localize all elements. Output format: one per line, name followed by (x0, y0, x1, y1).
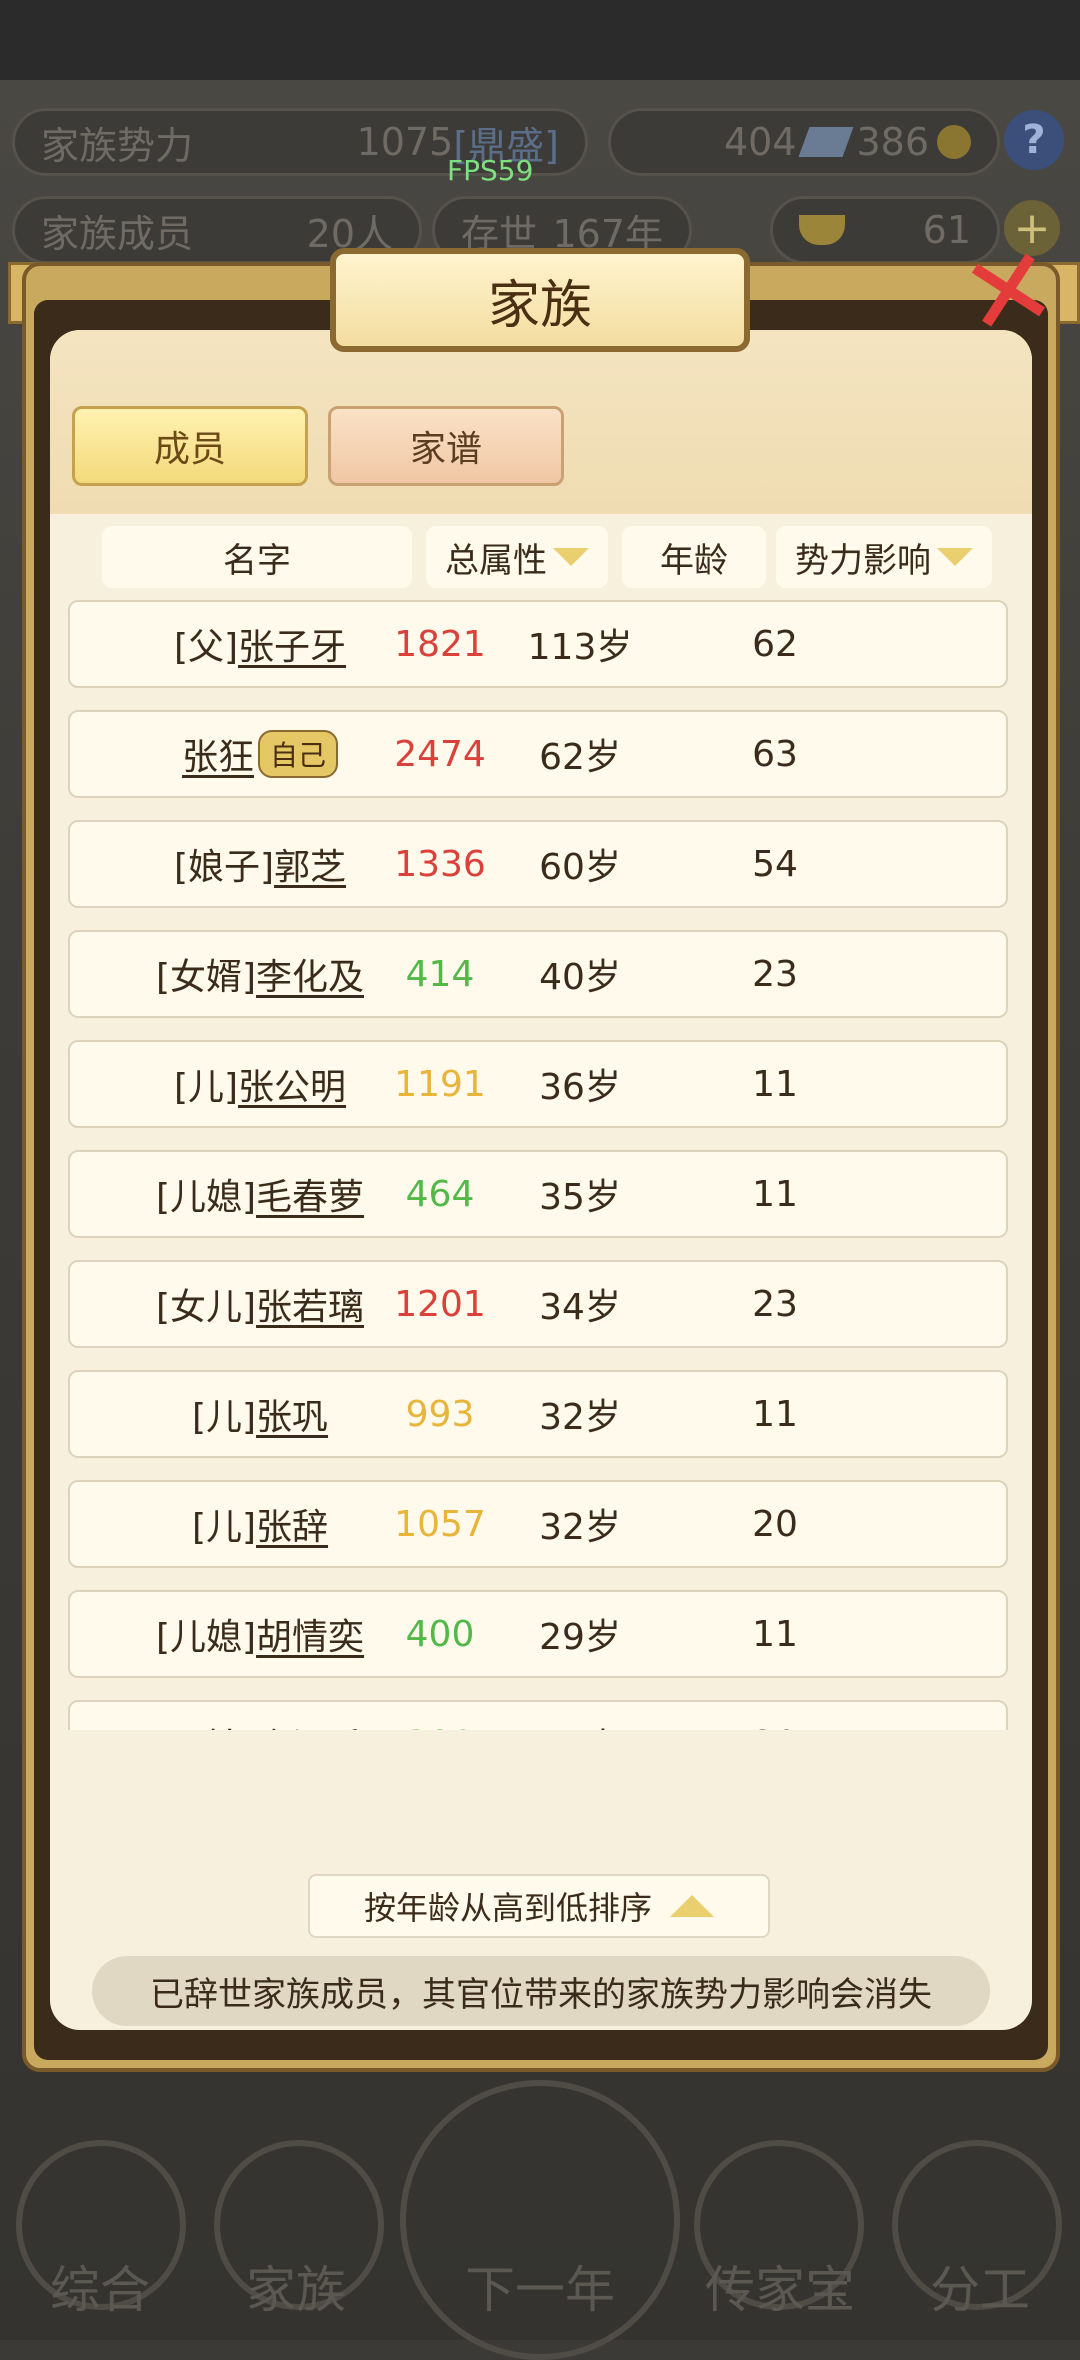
sort-label: 按年龄从高到低排序 (363, 1889, 652, 1927)
member-relation: [儿] (191, 1507, 257, 1548)
member-relation: [父] (173, 627, 239, 668)
sort-down-icon (937, 548, 973, 566)
member-influence: 63 (752, 733, 798, 775)
column-header-age[interactable]: 年龄 (622, 526, 766, 588)
member-relation: [儿媳] (155, 1617, 257, 1658)
member-row[interactable]: [儿] 张巩 993 32岁 11 (68, 1370, 1008, 1458)
tab-genealogy[interactable]: 家谱 (328, 406, 564, 486)
member-row[interactable]: [儿媳] 毛春萝 464 35岁 11 (68, 1150, 1008, 1238)
nav-assign[interactable]: 分工 (880, 2250, 1080, 2322)
sort-up-icon (670, 1895, 714, 1917)
member-influence: 11 (752, 1393, 798, 1435)
help-icon[interactable]: ? (1004, 110, 1064, 170)
bottom-nav: 综合 家族 下一年 传家宝 分工 (0, 2080, 1080, 2360)
member-name-link[interactable]: 张狂 (182, 728, 254, 780)
member-influence: 11 (752, 1063, 798, 1105)
member-row[interactable]: [父] 张子牙 1821 113岁 62 (68, 600, 1008, 688)
member-list[interactable]: [父] 张子牙 1821 113岁 62 张狂 自己 2474 62岁 63 [娘子] 郭芝 1336 6… (50, 600, 1032, 1730)
column-header-name: 名字 (102, 526, 412, 588)
member-relation: [女婿] (155, 957, 257, 998)
status-bar (0, 0, 1080, 80)
column-influence-label: 势力影响 (795, 540, 931, 581)
nav-next-year[interactable]: 下一年 (440, 2250, 640, 2322)
member-name-link[interactable]: 张若璃 (256, 1278, 364, 1330)
fps-counter: FPS59 (447, 154, 534, 187)
column-name-label: 名字 (223, 540, 291, 581)
column-attr-label: 总属性 (445, 540, 547, 581)
member-relation: [儿媳] (155, 1177, 257, 1218)
nav-heirloom[interactable]: 传家宝 (680, 2250, 880, 2322)
nav-family[interactable]: 家族 (196, 2250, 396, 2322)
family-power-value: 1075 (356, 120, 454, 164)
nav-overview[interactable]: 综合 (0, 2250, 200, 2322)
member-name-link[interactable]: 张辞 (256, 1498, 328, 1550)
member-name-link[interactable]: 胡情奕 (256, 1608, 364, 1660)
member-name-link[interactable]: 陶沉香 (256, 1718, 364, 1730)
member-row[interactable]: [儿] 张辞 1057 32岁 20 (68, 1480, 1008, 1568)
sort-down-icon (553, 548, 589, 566)
currency2-value: 386 (856, 120, 929, 164)
member-name-link[interactable]: 张巩 (256, 1388, 328, 1440)
currency-panel: 404 386 (608, 108, 1000, 176)
family-members-label: 家族成员 (41, 211, 194, 256)
member-row[interactable]: 张狂 自己 2474 62岁 63 (68, 710, 1008, 798)
member-name-link[interactable]: 张公明 (238, 1058, 346, 1110)
family-dialog: 成员 家谱 名字 总属性 年龄 势力影响 [父] 张子牙 1821 113岁 62 张狂自… (50, 330, 1032, 2030)
member-name-link[interactable]: 张子牙 (238, 618, 346, 670)
member-influence: 20 (610, 1702, 940, 1731)
member-relation: [儿] (191, 1397, 257, 1438)
silver-icon (799, 127, 854, 157)
currency1-value: 404 (723, 120, 797, 164)
member-influence: 20 (752, 1503, 798, 1545)
tabs-area: 成员 家谱 (50, 330, 1032, 514)
deceased-note: 已辞世家族成员，其官位带来的家族势力影响会消失 (92, 1956, 990, 2026)
member-row[interactable]: [儿媳] 胡情奕 400 29岁 11 (68, 1590, 1008, 1678)
column-header-influence[interactable]: 势力影响 (776, 526, 992, 588)
member-influence: 11 (752, 1613, 798, 1655)
family-power-label: 家族势力 (41, 123, 194, 168)
member-name-link[interactable]: 毛春萝 (256, 1168, 364, 1220)
member-relation: [儿媳] (156, 1718, 256, 1730)
member-influence: 54 (752, 843, 798, 885)
member-influence: 11 (752, 1173, 798, 1215)
member-influence: 23 (752, 953, 798, 995)
member-row[interactable]: [儿] 张公明 1191 36岁 11 (68, 1040, 1008, 1128)
sort-by-age-button[interactable]: 按年龄从高到低排序 (308, 1874, 770, 1938)
column-age-label: 年龄 (660, 540, 728, 581)
member-influence: 62 (752, 623, 798, 665)
member-name-link[interactable]: 李化及 (256, 948, 364, 1000)
member-relation: [女儿] (155, 1287, 257, 1328)
member-row[interactable]: [女儿] 张若璃 1201 34岁 23 (68, 1260, 1008, 1348)
member-influence: 23 (752, 1283, 798, 1325)
member-row[interactable]: [娘子] 郭芝 1336 60岁 54 (68, 820, 1008, 908)
self-badge: 自己 (258, 730, 339, 778)
gold-ingot-icon (799, 215, 845, 245)
dialog-title: 家族 (330, 248, 750, 352)
member-relation: [娘子] (173, 847, 275, 888)
member-name-link[interactable]: 郭芝 (274, 838, 346, 890)
tab-members[interactable]: 成员 (72, 406, 308, 486)
column-header-attr[interactable]: 总属性 (426, 526, 608, 588)
member-row[interactable]: [儿媳]陶沉香38028岁20 (68, 1700, 1008, 1730)
coin-icon (937, 125, 971, 159)
member-row[interactable]: [女婿] 李化及 414 40岁 23 (68, 930, 1008, 1018)
member-relation: [儿] (173, 1067, 239, 1108)
